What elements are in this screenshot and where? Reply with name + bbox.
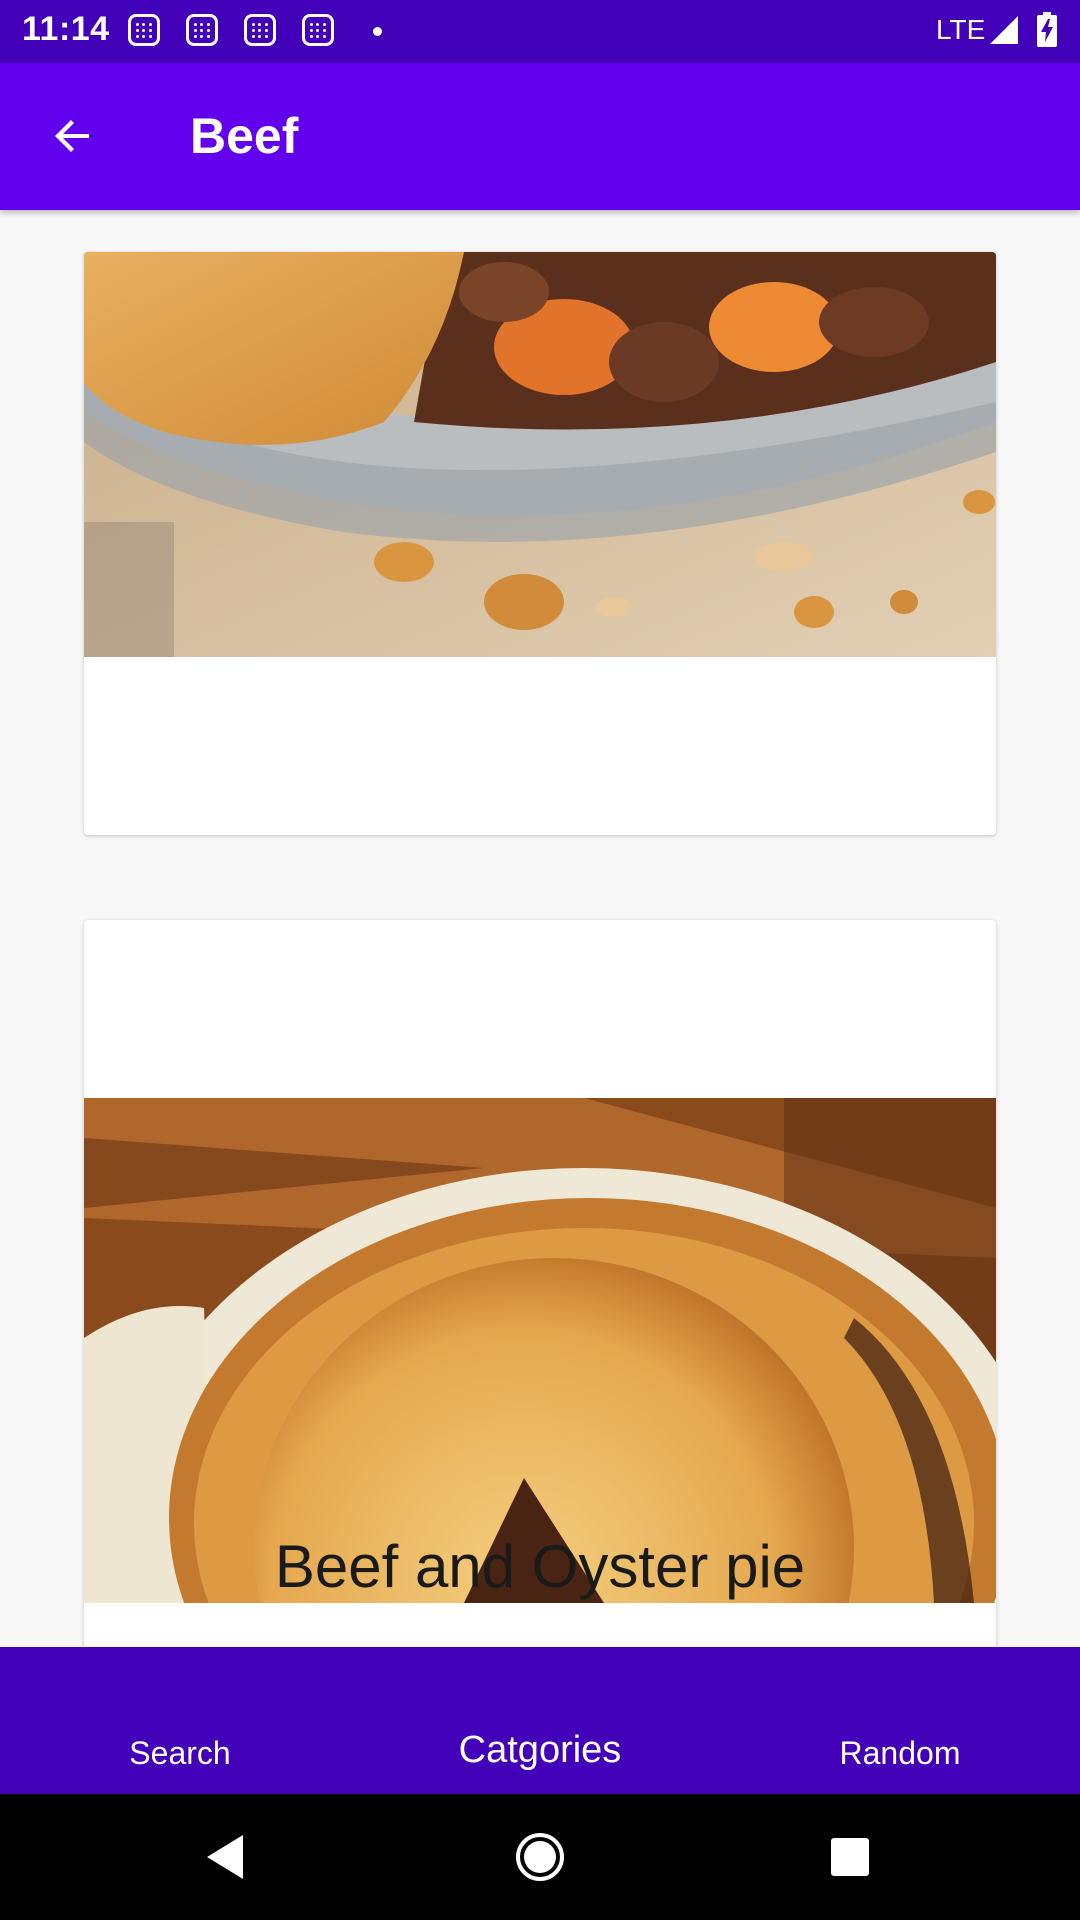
meal-list[interactable]: Beef and Oyster pie [0,210,1080,1647]
recents-square-icon [831,1838,869,1876]
meal-name: Beef and Oyster pie [274,1533,806,1600]
nav-search[interactable]: Search [0,1647,360,1794]
bottom-navigation: Search Catgories Random [0,1647,1080,1794]
arrow-back-icon [55,120,89,152]
dot-icon [373,27,382,36]
meal-photo [84,252,996,657]
back-button[interactable] [40,103,106,169]
status-time: 11:14 [22,10,110,48]
system-navigation-bar [0,1794,1080,1920]
notification-icon [128,14,160,46]
meal-card[interactable]: Beef and Oyster pie [84,920,996,1647]
battery-charging-icon [1037,12,1057,47]
network-label: LTE [936,14,986,45]
meal-photo [84,1098,996,1603]
meal-card[interactable] [84,252,996,835]
page-title: Beef [190,108,299,164]
nav-categories-label: Catgories [458,1729,622,1771]
nav-random[interactable]: Random [720,1647,1080,1794]
home-circle-icon [516,1833,564,1881]
notification-icon [186,14,218,46]
nav-categories[interactable]: Catgories [360,1647,720,1794]
nav-random-label: Random [839,1735,961,1771]
app-bar: Beef [0,63,1080,210]
signal-icon [990,16,1018,44]
status-bar: 11:14 LTE [0,0,1080,63]
system-recents-button[interactable] [815,1822,885,1892]
nav-search-label: Search [129,1735,231,1771]
notification-icon [244,14,276,46]
notification-icon [302,14,334,46]
system-back-button[interactable] [190,1822,260,1892]
screen: 11:14 LTE Beef Beef and Oyster pie Searc… [0,0,1080,1920]
system-home-button[interactable] [505,1822,575,1892]
back-triangle-icon [207,1835,243,1879]
